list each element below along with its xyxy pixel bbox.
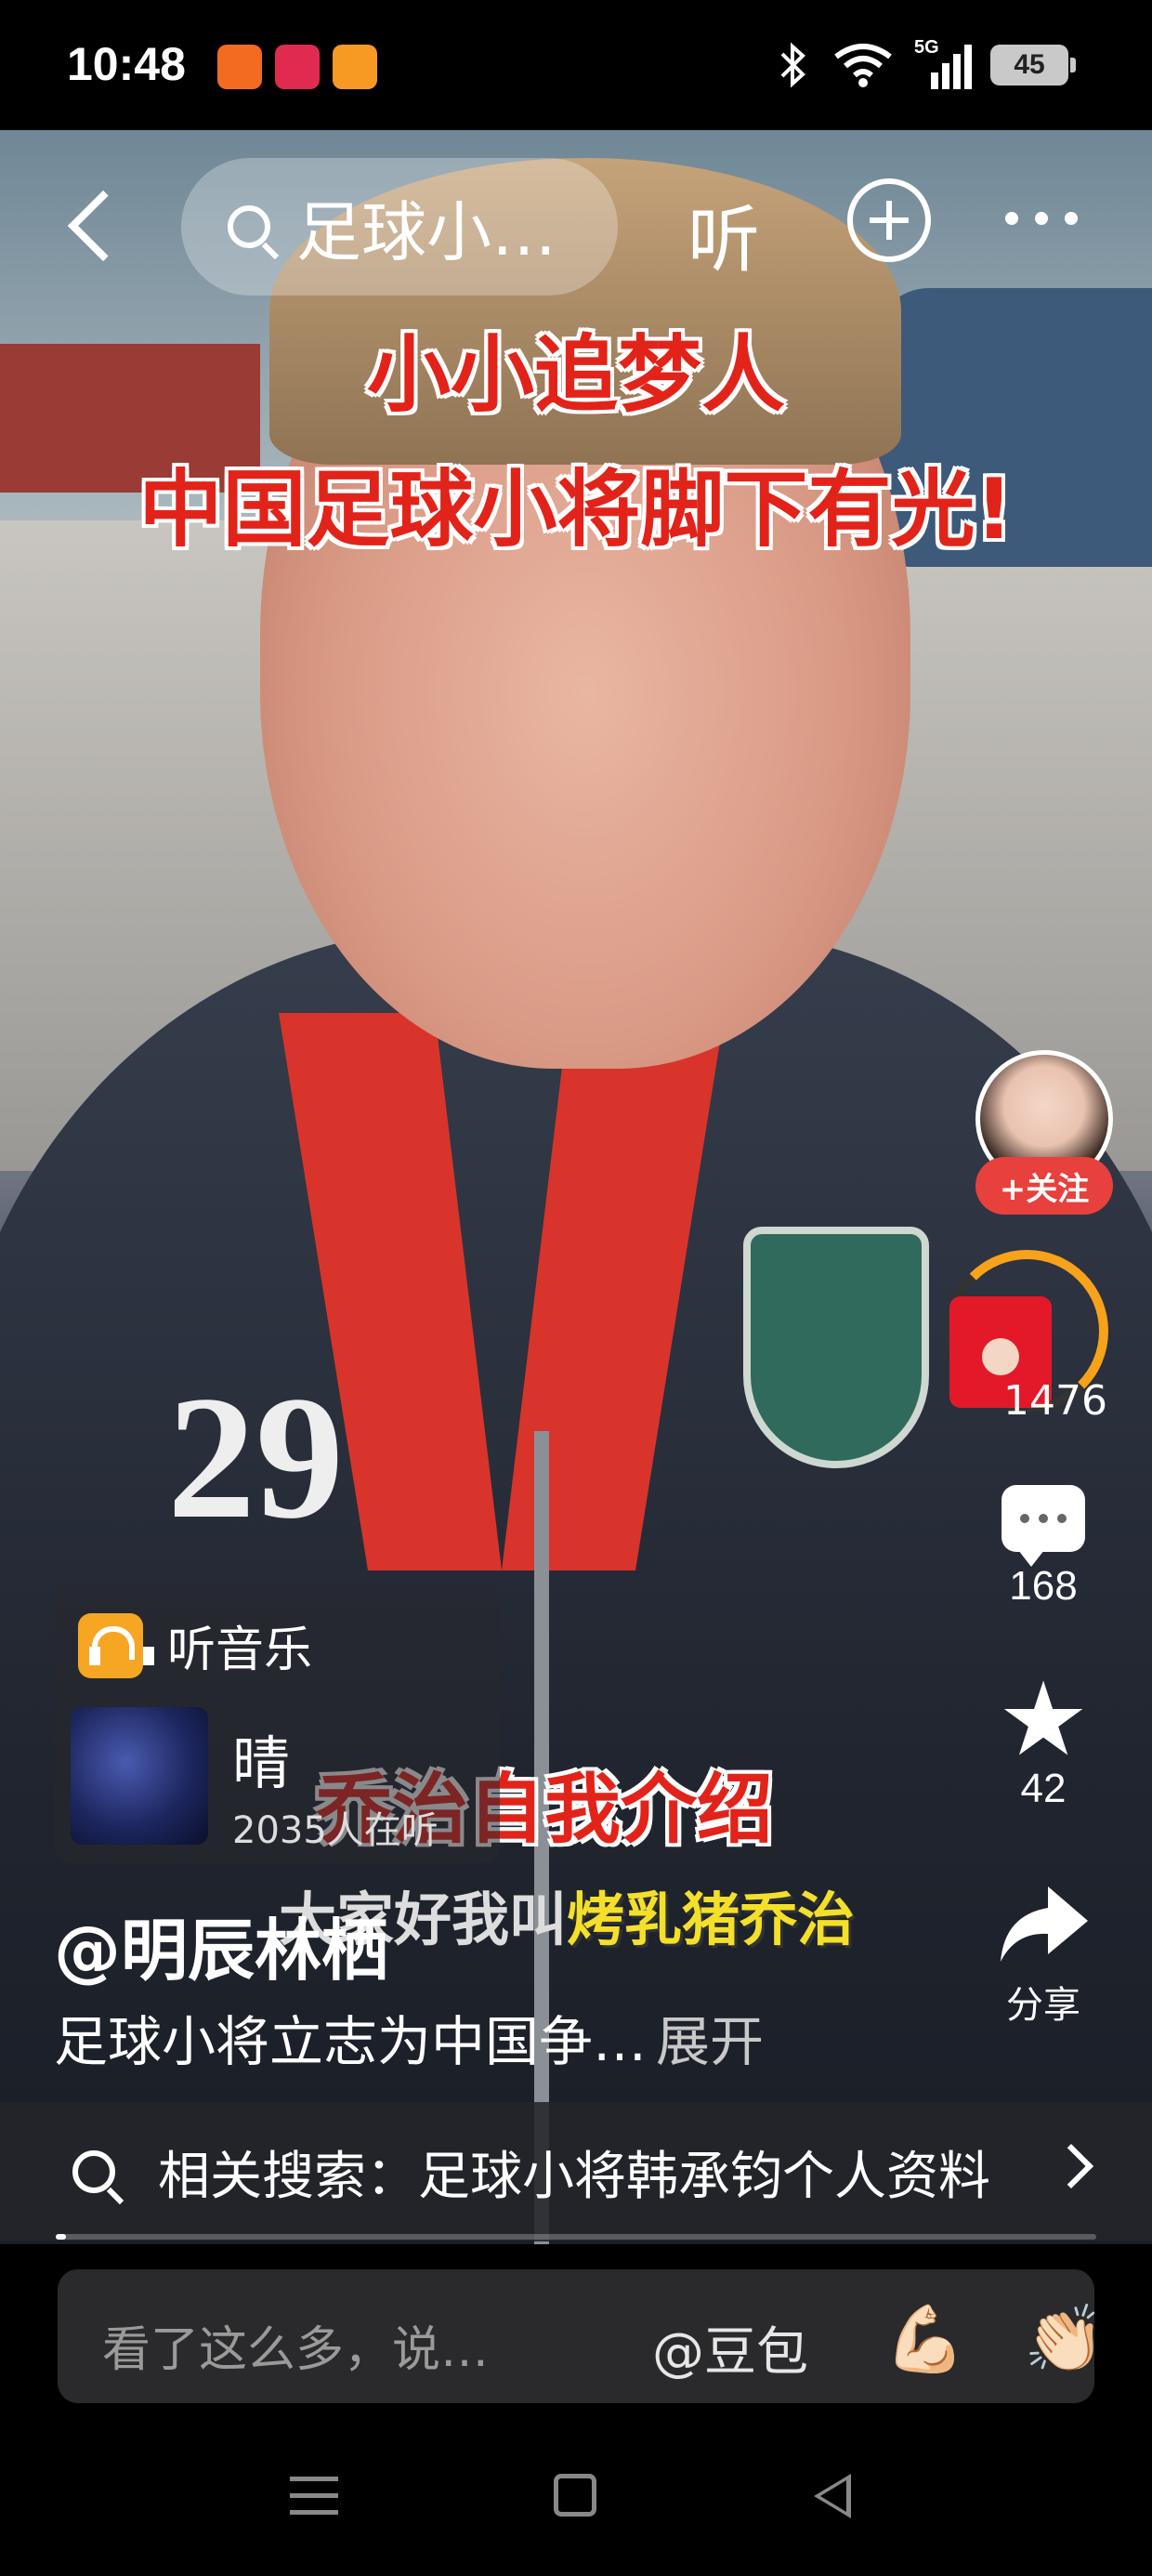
listen-button[interactable]: 听 [687,182,760,286]
system-icons: 5G 45 [775,37,1076,89]
music-title: 晴 [232,1729,291,1797]
related-search-bar[interactable]: 相关搜索：足球小将韩承钧个人资料 [0,2102,1152,2241]
bluetooth-icon [780,42,805,88]
search-text: 足球小… [296,193,556,270]
share-icon [997,1882,1090,1965]
signal-icon: 5G [914,37,972,89]
music-card[interactable]: 听音乐 晴 2035人在听 [54,1584,500,1863]
back-button[interactable] [58,178,123,271]
club-emblem [743,1227,929,1468]
star-icon: ★ [997,1660,1090,1779]
music-header-label: 听音乐 [167,1623,313,1678]
expand-link[interactable]: 展开 [656,2010,764,2073]
video-progress-bar[interactable] [56,2234,1096,2240]
follow-button[interactable]: +关注 [975,1157,1113,1215]
related-search-text: 相关搜索：足球小将韩承钧个人资料 [158,2146,990,2207]
like-count: 1476 [1003,1377,1107,1425]
music-header: 听音乐 [78,1610,312,1680]
comment-icon [1001,1485,1085,1567]
post-caption: 足球小将立志为中国争… 展开 [54,1998,764,2076]
app-notification-icon-1 [217,45,262,89]
jersey-number: 29 [167,1360,344,1556]
music-cover [71,1707,208,1845]
chevron-right-icon [1048,2143,1094,2189]
comment-input[interactable]: 看了这么多，说… @豆包 💪🏻 👏🏻 [58,2269,1105,2403]
status-bar: 10:48 5G 45 [0,0,1152,130]
wifi-icon [834,44,892,87]
video-title-line-1: 小小追梦人 [367,326,785,424]
favorite-button[interactable]: ★ 42 [974,1660,1113,1812]
emoji-clap-button[interactable]: 👏🏻 [1024,2301,1105,2378]
more-options-icon[interactable] [1005,212,1078,225]
share-button[interactable]: 分享 [974,1882,1113,2029]
headphones-icon [78,1612,154,1678]
author-name[interactable]: @明辰林栖 [54,1896,388,1993]
search-icon [72,2150,115,2193]
search-box[interactable]: 足球小… [181,158,618,296]
status-time: 10:48 [67,38,186,90]
video-subtitle-highlight: 烤乳猪乔治 [567,1886,856,1953]
comment-button[interactable]: 168 [974,1485,1113,1610]
mention-doubao-button[interactable]: @豆包 [652,2310,808,2385]
nav-back-button[interactable] [814,2474,851,2518]
video-progress-fill [56,2234,67,2240]
video-title-line-2: 中国足球小将脚下有光! [138,461,1014,559]
add-icon[interactable] [847,178,931,262]
tiktok-icon [275,45,320,89]
share-label: 分享 [1006,1984,1080,2027]
music-listeners: 2035人在听 [232,1809,439,1852]
favorite-count: 42 [1020,1766,1067,1811]
app-notification-icon-2 [333,45,377,89]
nav-home-button[interactable] [554,2474,596,2517]
emoji-muscle-button[interactable]: 💪🏻 [884,2301,965,2378]
search-icon [228,205,270,248]
network-type: 5G [914,37,939,58]
comment-count: 168 [1009,1563,1078,1609]
comment-placeholder: 看了这么多，说… [102,2322,490,2378]
nav-recent-apps-button[interactable] [290,2477,338,2516]
battery-icon: 45 [990,45,1076,85]
caption-text: 足球小将立志为中国争… [54,2010,648,2073]
